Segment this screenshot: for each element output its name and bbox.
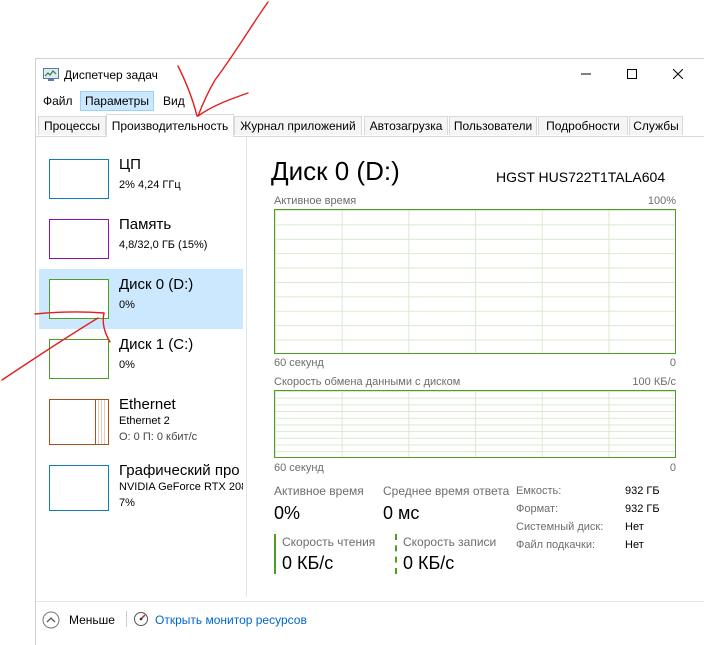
annotation-stroke	[177, 65, 198, 117]
annotation-stroke	[34, 311, 105, 315]
annotation-stroke	[197, 92, 249, 117]
annotation-stroke	[1, 317, 99, 381]
red-annotation-strokes	[1, 1, 269, 381]
annotation-stroke	[102, 312, 111, 343]
